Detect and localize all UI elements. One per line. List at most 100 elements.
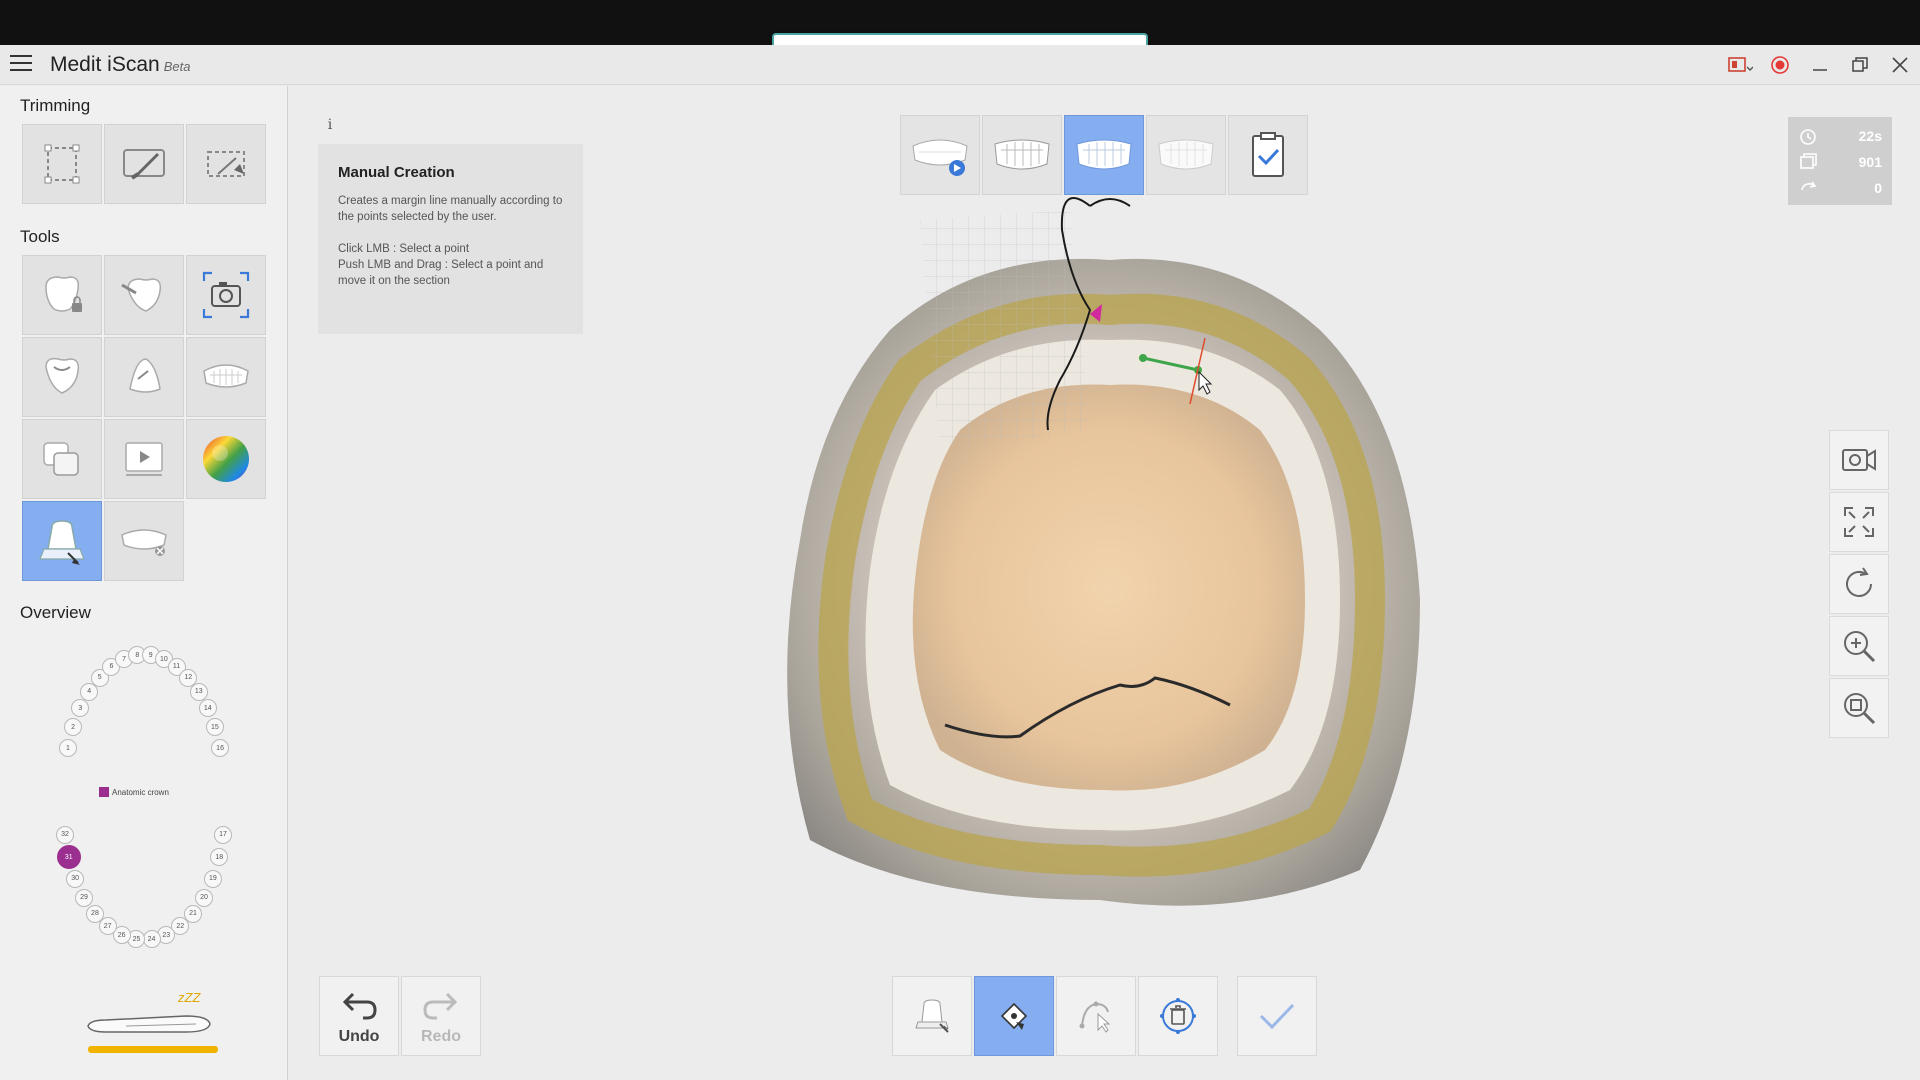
info-title: Manual Creation bbox=[338, 164, 455, 181]
screen-mode-icon[interactable] bbox=[1720, 45, 1760, 85]
redo-button[interactable]: Redo bbox=[401, 976, 481, 1056]
legend-label: Anatomic crown bbox=[112, 787, 169, 797]
color-wheel-icon bbox=[203, 436, 249, 482]
confirm-button[interactable] bbox=[1237, 976, 1317, 1056]
trim-brush-icon bbox=[123, 149, 165, 180]
title-bar: Medit iScan Beta bbox=[0, 45, 1920, 85]
tooth-19[interactable]: 19 bbox=[203, 869, 222, 888]
sleep-indicator: zZZ bbox=[178, 990, 201, 1005]
delete-margin-button[interactable] bbox=[1138, 976, 1218, 1056]
tooth-28[interactable]: 28 bbox=[85, 904, 104, 923]
info-line-2: Push LMB and Drag : Select a point and m… bbox=[338, 259, 544, 287]
tooth-14[interactable]: 14 bbox=[198, 699, 217, 718]
dental-arch-icon bbox=[203, 364, 249, 388]
tooth-17[interactable]: 17 bbox=[214, 825, 232, 844]
playback-button[interactable] bbox=[104, 419, 184, 499]
trim-lasso-button[interactable] bbox=[186, 124, 266, 204]
trash-target-icon bbox=[1160, 998, 1196, 1034]
checkmark-icon bbox=[1259, 1003, 1295, 1030]
info-description: Creates a margin line manually according… bbox=[338, 195, 563, 223]
manual-creation-button[interactable] bbox=[974, 976, 1054, 1056]
color-map-button[interactable] bbox=[186, 419, 266, 499]
fit-view-button[interactable] bbox=[1829, 492, 1889, 552]
trim-rectangle-icon bbox=[44, 144, 80, 184]
tooth-29[interactable]: 29 bbox=[74, 888, 93, 907]
pen-tool-icon bbox=[1000, 1002, 1028, 1030]
smart-scan-button[interactable] bbox=[104, 337, 184, 417]
tooth-20[interactable]: 20 bbox=[195, 888, 213, 907]
tooth-13[interactable]: 13 bbox=[189, 682, 208, 701]
arch-remove-icon bbox=[121, 529, 167, 556]
legend-swatch bbox=[99, 787, 109, 797]
restore-icon[interactable] bbox=[1840, 45, 1880, 85]
edit-points-icon bbox=[1079, 1001, 1111, 1033]
zoom-in-icon bbox=[1844, 631, 1876, 663]
stat-frames: 901 bbox=[1798, 149, 1882, 175]
edit-points-button[interactable] bbox=[1056, 976, 1136, 1056]
lock-tooth-button[interactable] bbox=[22, 255, 102, 335]
tools-label: Tools bbox=[20, 227, 60, 246]
scanner-battery-bar bbox=[88, 1046, 218, 1053]
info-icon[interactable]: i bbox=[322, 117, 338, 133]
margin-line-button[interactable] bbox=[22, 501, 102, 581]
copy-data-button[interactable] bbox=[22, 419, 102, 499]
tooth-occlusal-icon bbox=[45, 357, 80, 394]
redo-arrow-icon bbox=[423, 992, 458, 1020]
stat-time-value: 22s bbox=[1858, 128, 1882, 144]
clipboard-check-icon bbox=[1252, 132, 1284, 177]
undo-arrow-icon bbox=[342, 992, 377, 1020]
margin-line-icon bbox=[39, 520, 85, 565]
tooth-31[interactable]: 31 bbox=[56, 845, 81, 870]
camera-capture-icon bbox=[202, 271, 250, 319]
stat-time: 22s bbox=[1798, 123, 1882, 149]
arch-view-button[interactable] bbox=[186, 337, 266, 417]
frames-icon bbox=[1800, 153, 1817, 169]
auto-margin-icon bbox=[915, 999, 949, 1033]
scan-stats-panel: 22s 901 0 bbox=[1788, 117, 1892, 205]
record-icon[interactable] bbox=[1760, 45, 1800, 85]
window-controls bbox=[1720, 45, 1920, 85]
tooth-24[interactable]: 24 bbox=[142, 930, 161, 949]
zoom-area-icon bbox=[1844, 693, 1876, 725]
stat-frames-value: 901 bbox=[1858, 154, 1882, 170]
stat-rotations: 0 bbox=[1798, 175, 1882, 201]
minimize-icon[interactable] bbox=[1800, 45, 1840, 85]
dental-model-view[interactable] bbox=[760, 180, 1460, 920]
occlusion-button[interactable] bbox=[22, 337, 102, 417]
tooth-filter-icon bbox=[121, 278, 162, 312]
jaw-prep-icon bbox=[1076, 139, 1132, 170]
trimming-label: Trimming bbox=[20, 96, 91, 115]
trim-lasso-icon bbox=[207, 151, 245, 177]
overview-label: Overview bbox=[20, 603, 91, 622]
app-title-text: Medit iScan bbox=[50, 53, 160, 76]
stat-rotations-value: 0 bbox=[1874, 180, 1882, 196]
upper-jaw-icon bbox=[912, 139, 968, 176]
tooth-30[interactable]: 30 bbox=[66, 869, 85, 888]
remove-arch-button[interactable] bbox=[104, 501, 184, 581]
beta-badge: Beta bbox=[163, 59, 191, 74]
close-icon[interactable] bbox=[1880, 45, 1920, 85]
fit-screen-icon bbox=[1844, 507, 1874, 537]
overview-legend: Anatomic crown bbox=[99, 787, 169, 797]
refresh-icon bbox=[1846, 567, 1872, 597]
tooth-side-icon bbox=[129, 358, 161, 393]
video-camera-icon bbox=[1842, 449, 1876, 471]
scan-filter-button[interactable] bbox=[104, 255, 184, 335]
auto-margin-button[interactable] bbox=[892, 976, 972, 1056]
jaw-occlusion-icon bbox=[1158, 139, 1214, 170]
reset-view-button[interactable] bbox=[1829, 554, 1889, 614]
timer-icon bbox=[1800, 129, 1816, 145]
zoom-fit-button[interactable] bbox=[1829, 678, 1889, 738]
capture-button[interactable] bbox=[186, 255, 266, 335]
lower-jaw-icon bbox=[994, 139, 1050, 170]
trim-rectangle-button[interactable] bbox=[22, 124, 102, 204]
tooth-32[interactable]: 32 bbox=[55, 825, 74, 844]
trim-brush-button[interactable] bbox=[104, 124, 184, 204]
undo-button[interactable]: Undo bbox=[319, 976, 399, 1056]
redo-label: Redo bbox=[421, 1028, 461, 1045]
zoom-in-button[interactable] bbox=[1829, 616, 1889, 676]
hamburger-menu-icon[interactable] bbox=[10, 55, 32, 75]
lock-tooth-icon bbox=[45, 276, 82, 312]
info-line-1: Click LMB : Select a point bbox=[338, 243, 470, 255]
record-video-button[interactable] bbox=[1829, 430, 1889, 490]
